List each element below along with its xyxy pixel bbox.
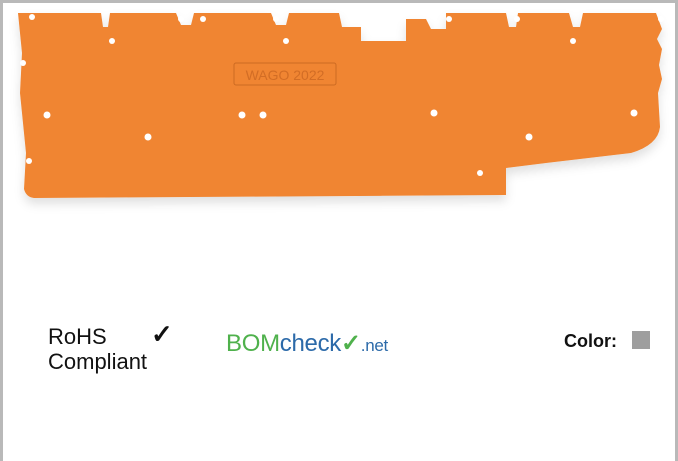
bomcheck-check-text: check (279, 330, 342, 357)
product-image: WAGO 2022 (6, 3, 672, 228)
bomcheck-logo: BOMcheck✓.net (226, 329, 388, 358)
color-label: Color: (564, 331, 617, 351)
bomcheck-net-text: .net (360, 336, 388, 355)
compliant-label: Compliant (48, 349, 148, 374)
rohs-compliant-badge: RoHS Compliant ✓ (48, 321, 173, 374)
rohs-label: RoHS (48, 324, 107, 349)
bomcheck-bom-text: BOM (226, 330, 280, 357)
color-swatch[interactable] (632, 331, 650, 349)
checkmark-icon: ✓ (151, 319, 173, 349)
bomcheck-tick-icon: ✓ (340, 330, 361, 357)
imprint-text: WAGO 2022 (246, 67, 325, 83)
